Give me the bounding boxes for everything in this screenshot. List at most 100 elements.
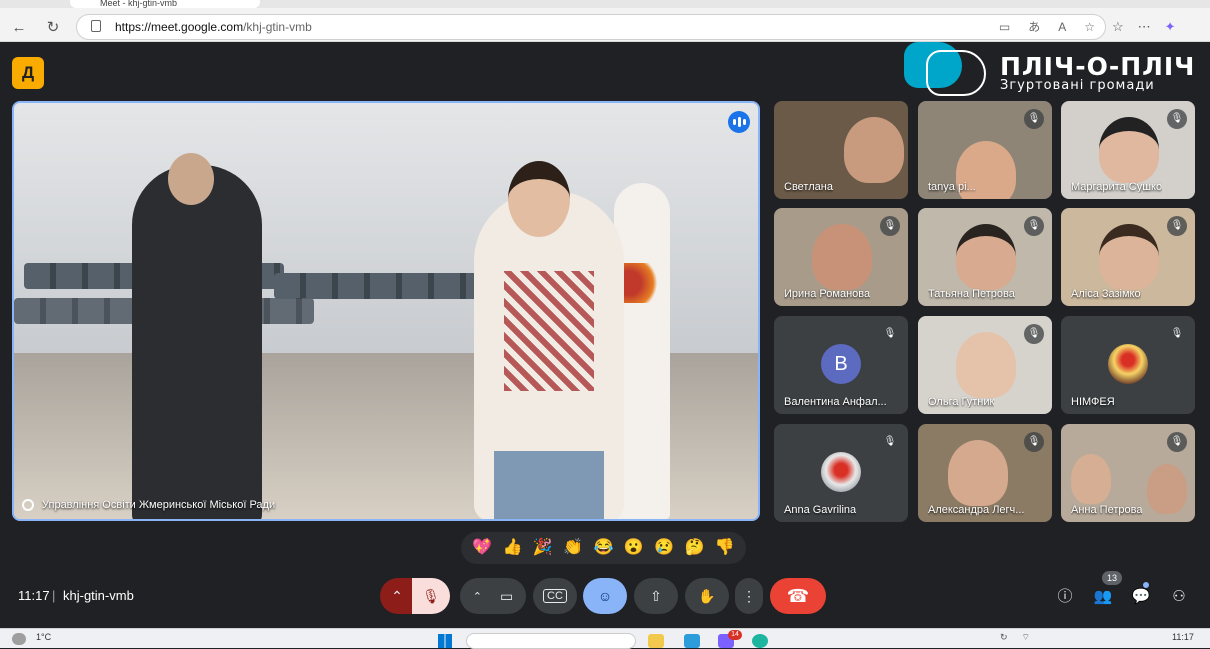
- reaction-surprised[interactable]: 😮: [622, 536, 646, 560]
- video-vyshyvanka: [504, 271, 594, 391]
- reaction-clap[interactable]: 👏: [561, 536, 585, 560]
- reaction-thumbs-up[interactable]: 👍: [500, 536, 524, 560]
- notification-badge: 14: [728, 630, 742, 640]
- participant-tile[interactable]: 🎙 Маргарита Сушко: [1061, 101, 1195, 199]
- refresh-icon[interactable]: ↻: [1000, 632, 1008, 643]
- participant-name: Анна Петрова: [1071, 504, 1143, 516]
- favorite-star-icon[interactable]: ☆: [1084, 15, 1095, 39]
- mic-off-icon: 🎙: [880, 324, 900, 344]
- participant-tile[interactable]: 🎙 Аліса Зазімко: [1061, 208, 1195, 306]
- reaction-party[interactable]: 🎉: [531, 536, 555, 560]
- participant-tile[interactable]: 🎙 Anna Gavrilina: [774, 424, 908, 522]
- windows-start-icon[interactable]: [438, 634, 452, 648]
- captions-icon: CC: [543, 589, 567, 603]
- reactions-button[interactable]: ☺: [583, 578, 627, 614]
- chevron-up-icon: ⌃: [472, 590, 482, 603]
- participant-name: tanya pi...: [928, 181, 976, 193]
- system-tray: ↻ ⌔: [1000, 632, 1030, 643]
- camera-toggle-button[interactable]: ⌃ ▭: [460, 578, 526, 614]
- camera-permission-icon[interactable]: ▭: [999, 15, 1010, 39]
- video-cameraman: [132, 153, 262, 519]
- raise-hand-button[interactable]: ✋: [685, 578, 729, 614]
- participant-tile[interactable]: 🎙 Ирина Романова: [774, 208, 908, 306]
- address-bar[interactable]: https://meet.google.com/khj-gtin-vmb ▭ あ…: [76, 14, 1106, 40]
- present-button[interactable]: ⇧: [634, 578, 678, 614]
- more-vert-icon: ⋮: [742, 587, 756, 604]
- participant-video: [844, 117, 904, 183]
- photos-icon[interactable]: [684, 634, 700, 648]
- windows-taskbar: 1°C 14 ↻ ⌔ 11:17: [0, 628, 1210, 649]
- participant-video: [1099, 224, 1159, 290]
- address-bar-icons: ▭ あ A ☆: [999, 15, 1095, 39]
- meeting-separator: |: [52, 588, 56, 603]
- audio-options-button[interactable]: ⌃: [380, 578, 414, 614]
- meeting-info-icon[interactable]: ⓘ: [1053, 585, 1077, 609]
- chevron-up-icon: ⌃: [391, 587, 403, 604]
- brand-subtitle: Згуртовані громади: [1000, 78, 1155, 93]
- weather-icon[interactable]: [12, 633, 26, 645]
- back-icon[interactable]: ←: [8, 17, 30, 39]
- favorites-icon[interactable]: ☆: [1112, 14, 1124, 40]
- participant-tile[interactable]: 🎙 Александра Легч...: [918, 424, 1052, 522]
- microphone-toggle-button[interactable]: 🎙: [412, 578, 450, 614]
- network-icon[interactable]: ⌔: [1022, 632, 1030, 643]
- participant-tile[interactable]: 🎙 Ольга Гутник: [918, 316, 1052, 414]
- participant-name: Ольга Гутник: [928, 396, 995, 408]
- participant-avatar: В: [821, 344, 861, 384]
- emoji-icon: ☺: [597, 588, 613, 604]
- participant-video: [948, 440, 1008, 506]
- participant-tile[interactable]: Светлана: [774, 101, 908, 199]
- read-aloud-icon[interactable]: A: [1058, 15, 1066, 39]
- mic-off-icon: 🎙: [880, 432, 900, 452]
- participant-avatar: [821, 452, 861, 492]
- participant-tile[interactable]: 🎙 tanya pi...: [918, 101, 1052, 199]
- mic-off-icon: 🎙: [1167, 432, 1187, 452]
- leave-call-button[interactable]: ☎: [770, 578, 826, 614]
- reaction-thumbs-down[interactable]: 👎: [713, 536, 737, 560]
- participant-name: Anna Gavrilina: [784, 504, 857, 516]
- taskbar-search[interactable]: [466, 633, 636, 649]
- captions-button[interactable]: CC: [533, 578, 577, 614]
- mic-off-icon: 🎙: [422, 587, 440, 604]
- pin-icon[interactable]: [22, 499, 34, 511]
- participant-name: Маргарита Сушко: [1071, 181, 1163, 193]
- mic-off-icon: 🎙: [1167, 109, 1187, 129]
- participant-video: [956, 224, 1016, 290]
- activities-shapes-icon[interactable]: ⚇: [1167, 585, 1191, 609]
- main-speaker-video[interactable]: Управління Освіти Жмеринської Міської Ра…: [12, 101, 760, 521]
- chat-icon[interactable]: 💬: [1129, 585, 1153, 609]
- brand-title: ПЛІЧ-О-ПЛІЧ: [1000, 52, 1196, 81]
- weather-temperature: 1°C: [36, 632, 52, 642]
- more-menu-icon[interactable]: ⋯: [1138, 14, 1151, 40]
- end-call-icon: ☎: [786, 585, 810, 606]
- edge-icon[interactable]: [752, 634, 768, 648]
- mic-off-icon: 🎙: [1167, 324, 1187, 344]
- activities-icon[interactable]: Д: [12, 57, 44, 89]
- people-icon[interactable]: 👥: [1091, 585, 1115, 609]
- lock-icon: [91, 20, 101, 32]
- reaction-sad[interactable]: 😢: [652, 536, 676, 560]
- reload-icon[interactable]: ↻: [42, 17, 64, 39]
- reaction-laugh[interactable]: 😂: [591, 536, 615, 560]
- browser-actions: ☆ ⋯ ✦: [1112, 14, 1176, 40]
- mic-off-icon: 🎙: [1024, 216, 1044, 236]
- participant-tile[interactable]: 🎙 Анна Петрова: [1061, 424, 1195, 522]
- video-jeans: [494, 451, 604, 519]
- taskbar-clock: 11:17: [1172, 632, 1194, 642]
- reaction-thinking[interactable]: 🤔: [682, 536, 706, 560]
- participant-tile[interactable]: 🎙 Татьяна Петрова: [918, 208, 1052, 306]
- browser-tab[interactable]: Meet - khj-gtin-vmb: [70, 0, 260, 8]
- participant-name: Ирина Романова: [784, 288, 871, 300]
- reaction-heart[interactable]: 💖: [470, 536, 494, 560]
- brand-logo-outline: [926, 50, 986, 96]
- participant-tile[interactable]: В 🎙 Валентина Анфал...: [774, 316, 908, 414]
- participant-tile[interactable]: 🎙 НІМФЕЯ: [1061, 316, 1195, 414]
- copilot-icon[interactable]: ✦: [1165, 14, 1176, 40]
- speaking-indicator-icon: [728, 111, 750, 133]
- file-explorer-icon[interactable]: [648, 634, 664, 648]
- participant-name: НІМФЕЯ: [1071, 396, 1115, 408]
- translate-icon[interactable]: あ: [1028, 15, 1040, 39]
- more-options-button[interactable]: ⋮: [735, 578, 763, 614]
- participant-video: [956, 332, 1016, 398]
- participant-video: [1099, 117, 1159, 183]
